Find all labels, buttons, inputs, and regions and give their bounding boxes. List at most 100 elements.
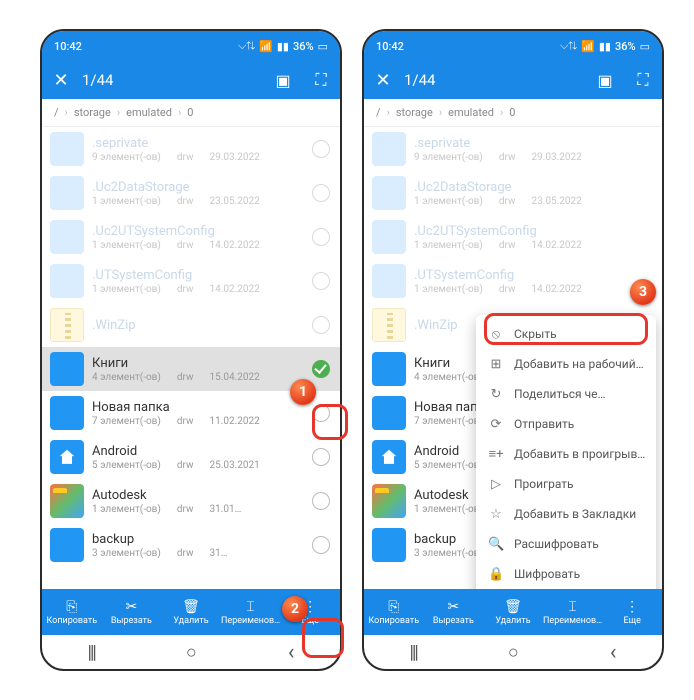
file-list: ⦸Скрыть⊞Добавить на рабочий…↻Поделиться … bbox=[364, 127, 662, 589]
select-all-icon[interactable]: ⛶ bbox=[632, 69, 654, 91]
bottom-переименов…[interactable]: ⌶Переименов… bbox=[221, 589, 281, 635]
item-count: 1 элемент(-ов) bbox=[92, 284, 161, 295]
close-button[interactable]: ✕ bbox=[372, 69, 394, 91]
item-count: 1 элемент(-ов) bbox=[92, 504, 161, 515]
item-date: 25.03.2021 bbox=[210, 460, 260, 471]
menu-item[interactable]: ☆Добавить в Закладки bbox=[476, 499, 656, 529]
crumb[interactable]: storage bbox=[74, 106, 111, 119]
menu-item[interactable]: 🔍Расшифровать bbox=[476, 529, 656, 559]
select-radio[interactable] bbox=[312, 184, 330, 202]
crumb[interactable]: emulated bbox=[126, 106, 172, 119]
select-radio[interactable] bbox=[312, 272, 330, 290]
crumb[interactable]: 0 bbox=[187, 106, 193, 119]
menu-item[interactable]: 🔒Шифровать bbox=[476, 559, 656, 589]
toolbar-label: Вырезать bbox=[433, 616, 474, 626]
toolbar-icon: ✂ bbox=[448, 599, 460, 615]
item-count: 1 элемент(-ов) bbox=[92, 240, 161, 251]
toolbar-label: Вырезать bbox=[111, 616, 152, 626]
crumb[interactable]: / bbox=[54, 106, 59, 119]
bottom-копировать[interactable]: ⎘Копировать bbox=[364, 589, 424, 635]
select-all-icon[interactable]: ⛶ bbox=[310, 69, 332, 91]
back-button[interactable]: ‹ bbox=[610, 640, 617, 665]
menu-item[interactable]: ⟳Отправить bbox=[476, 409, 656, 439]
folder-row[interactable]: .WinZip bbox=[42, 303, 340, 347]
bottom-вырезать[interactable]: ✂Вырезать bbox=[102, 589, 162, 635]
item-perm: drw bbox=[177, 416, 194, 427]
callout-2: 2 bbox=[282, 596, 308, 622]
menu-item[interactable]: ↻Поделиться че… bbox=[476, 379, 656, 409]
phone-right: 10:42 ⌵⇅ 📶 ▮▮ 36% ▭ ✕ 1/44 ▣ ⛶ /› storag… bbox=[362, 29, 664, 671]
item-count: 1 элемент(-ов) bbox=[414, 284, 483, 295]
bottom-копировать[interactable]: ⎘Копировать bbox=[42, 589, 102, 635]
folder-name: .Uc2DataStorage bbox=[414, 180, 652, 195]
recent-button[interactable]: ||| bbox=[88, 642, 95, 663]
home-button[interactable]: ○ bbox=[508, 642, 519, 663]
home-button[interactable]: ○ bbox=[186, 642, 197, 663]
close-button[interactable]: ✕ bbox=[50, 69, 72, 91]
menu-item[interactable]: ≡+Добавить в проигрыв… bbox=[476, 439, 656, 469]
folder-row[interactable]: .Uc2UTSystemConfig1 элемент(-ов)drw14.02… bbox=[364, 215, 662, 259]
bottom-еще[interactable]: ⋮Еще bbox=[602, 589, 662, 635]
breadcrumb[interactable]: /› storage› emulated› 0 bbox=[42, 99, 340, 127]
toolbar-label: Удалить bbox=[495, 616, 530, 626]
folder-icon bbox=[372, 352, 406, 386]
item-count: 4 элемент(-ов) bbox=[414, 372, 483, 383]
folder-row[interactable]: .UTSystemConfig1 элемент(-ов) drw 14.02.20… bbox=[364, 259, 662, 303]
item-date: 14.02.2022 bbox=[532, 284, 582, 295]
crumb[interactable]: storage bbox=[396, 106, 433, 119]
select-radio[interactable] bbox=[312, 492, 330, 510]
item-perm: drw bbox=[499, 284, 516, 295]
item-date: 29.03.2022 bbox=[210, 152, 260, 163]
menu-label: Шифровать bbox=[514, 567, 580, 581]
select-radio[interactable] bbox=[312, 140, 330, 158]
select-radio[interactable] bbox=[312, 316, 330, 334]
item-perm: drw bbox=[499, 152, 516, 163]
item-perm: drw bbox=[177, 460, 194, 471]
folder-row[interactable]: .UTSystemConfig1 элемент(-ов)drw14.02.20… bbox=[42, 259, 340, 303]
item-date: 14.02.2022 bbox=[532, 240, 582, 251]
folder-row[interactable]: .seprivate9 элемент(-ов)drw29.03.2022 bbox=[42, 127, 340, 171]
item-date: 14.02.2022 bbox=[210, 240, 260, 251]
item-date: 31.01… bbox=[210, 504, 242, 515]
crumb[interactable]: 0 bbox=[509, 106, 515, 119]
bottom-вырезать[interactable]: ✂Вырезать bbox=[424, 589, 484, 635]
select-radio[interactable] bbox=[312, 448, 330, 466]
breadcrumb[interactable]: /› storage› emulated› 0 bbox=[364, 99, 662, 127]
back-button[interactable]: ‹ bbox=[288, 640, 295, 665]
select-icon[interactable]: ▣ bbox=[272, 69, 294, 91]
folder-name: .UTSystemConfig bbox=[414, 268, 652, 283]
folder-row[interactable]: .Uc2DataStorage1 элемент(-ов)drw23.05.20… bbox=[42, 171, 340, 215]
bottom-удалить[interactable]: 🗑Удалить bbox=[483, 589, 543, 635]
menu-item[interactable]: ⦸Скрыть bbox=[476, 319, 656, 349]
select-icon[interactable]: ▣ bbox=[594, 69, 616, 91]
select-radio[interactable] bbox=[312, 360, 330, 378]
folder-row[interactable]: Android5 элемент(-ов)drw25.03.2021 bbox=[42, 435, 340, 479]
select-radio[interactable] bbox=[312, 228, 330, 246]
folder-icon bbox=[372, 484, 406, 518]
folder-icon bbox=[372, 396, 406, 430]
select-radio[interactable] bbox=[312, 404, 330, 422]
item-perm: drw bbox=[499, 240, 516, 251]
item-perm: drw bbox=[177, 240, 194, 251]
folder-icon bbox=[50, 440, 84, 474]
folder-row[interactable]: Autodesk1 элемент(-ов)drw31.01… bbox=[42, 479, 340, 523]
folder-row[interactable]: backup3 элемент(-ов)drw31… bbox=[42, 523, 340, 567]
item-count: 9 элемент(-ов) bbox=[414, 152, 483, 163]
menu-item[interactable]: ▷Проиграть bbox=[476, 469, 656, 499]
folder-row[interactable]: .Uc2DataStorage1 элемент(-ов)drw23.05.20… bbox=[364, 171, 662, 215]
item-date: 31… bbox=[210, 548, 228, 559]
crumb[interactable]: emulated bbox=[448, 106, 494, 119]
menu-icon: ⟳ bbox=[488, 417, 504, 432]
bottom-удалить[interactable]: 🗑Удалить bbox=[161, 589, 221, 635]
recent-button[interactable]: ||| bbox=[410, 642, 417, 663]
folder-row[interactable]: .seprivate9 элемент(-ов)drw29.03.2022 bbox=[364, 127, 662, 171]
folder-icon bbox=[50, 220, 84, 254]
menu-label: Добавить в Закладки bbox=[514, 507, 636, 521]
menu-item[interactable]: ⊞Добавить на рабочий… bbox=[476, 349, 656, 379]
menu-icon: 🔍 bbox=[488, 537, 504, 552]
select-radio[interactable] bbox=[312, 536, 330, 554]
toolbar-label: Переименов… bbox=[221, 616, 280, 626]
folder-row[interactable]: .Uc2UTSystemConfig1 элемент(-ов)drw14.02… bbox=[42, 215, 340, 259]
crumb[interactable]: / bbox=[376, 106, 381, 119]
bottom-переименов…[interactable]: ⌶Переименов… bbox=[543, 589, 603, 635]
